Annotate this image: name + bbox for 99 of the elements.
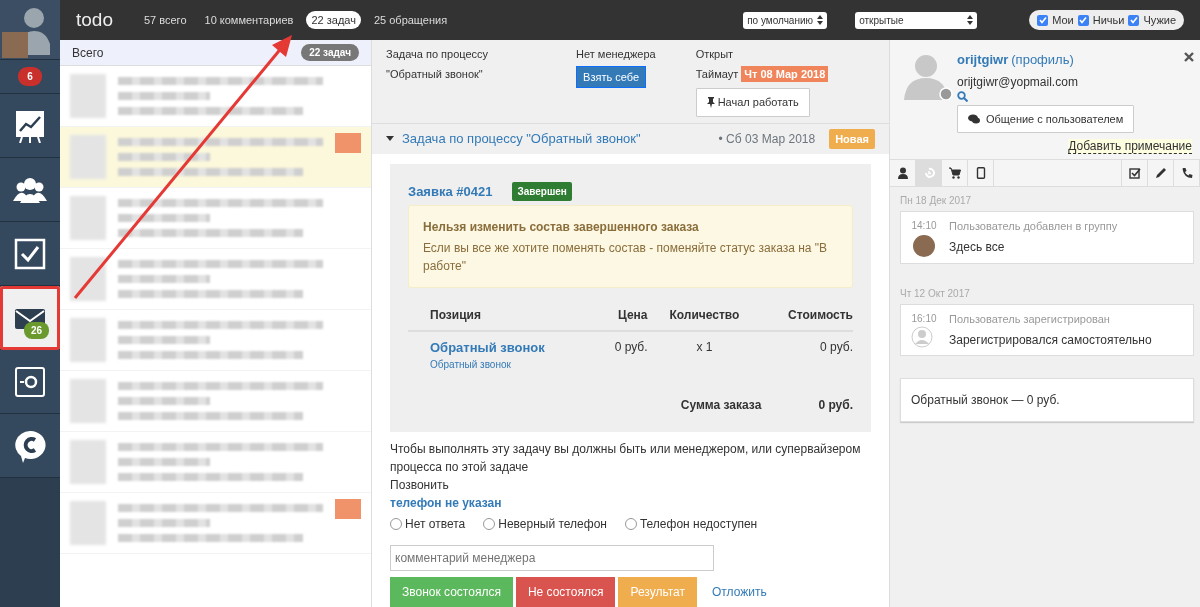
- unread-count: 26: [24, 322, 50, 339]
- pin-icon: [706, 96, 715, 108]
- column-header: Количество: [647, 299, 762, 331]
- event-time: 14:10: [911, 219, 937, 233]
- item-subtitle[interactable]: Обратный звонок: [430, 357, 602, 372]
- select-value: по умолчанию: [747, 13, 813, 28]
- column-header: Позиция: [408, 299, 602, 331]
- person-icon: [896, 167, 909, 179]
- user-email: orijtgiwr@yopmail.com: [957, 73, 1079, 91]
- order-status-badge: Завершен: [512, 182, 572, 202]
- timeline-date: Пн 18 Дек 2017: [899, 194, 973, 208]
- order-summary: Обратный звонок — 0 руб.: [911, 391, 1060, 409]
- updown-caret-icon: [967, 15, 974, 25]
- sidebar-item[interactable]: [0, 94, 60, 158]
- checkbox-icon: [14, 237, 46, 270]
- manager-status: Нет менеджера: [576, 47, 656, 62]
- filter-tab[interactable]: 57 всего: [139, 10, 192, 30]
- chart-board-icon: [13, 108, 47, 143]
- action-label: Позвонить: [390, 477, 450, 494]
- list-title: Всего: [72, 44, 104, 62]
- timeline-date: Чт 12 Окт 2017: [899, 287, 971, 301]
- check-icon: [1038, 16, 1047, 24]
- radio-option[interactable]: Телефон недоступен: [624, 515, 758, 533]
- notice-text: Чтобы выполнять эту задачу вы должны быть или менеджером, или супервайзером процесса по этой задаче: [390, 441, 862, 476]
- safe-icon: [14, 365, 46, 398]
- event-title: Пользователь зарегистрирован: [949, 312, 1111, 327]
- radio-option[interactable]: Нет ответа: [390, 515, 466, 533]
- select-value: открытые: [859, 13, 904, 28]
- radio-option[interactable]: Неверный телефон: [483, 515, 607, 533]
- event-text: Зарегистрировался самостоятельно: [949, 331, 1152, 349]
- task-date: • Сб 03 Мар 2018: [718, 131, 816, 148]
- sort-select[interactable]: по умолчанию: [743, 11, 828, 29]
- filter-tab[interactable]: 10 комментариев: [199, 10, 299, 30]
- take-button[interactable]: Взять себе: [576, 65, 647, 88]
- cart-icon: [948, 167, 961, 179]
- pencil-icon: [1154, 167, 1167, 179]
- profile-link[interactable]: (профиль): [1011, 50, 1074, 70]
- status-badge: Новая: [829, 128, 875, 150]
- user-name-link[interactable]: orijtgiwr: [957, 50, 1009, 70]
- checkbox-icon: [1128, 167, 1141, 179]
- alert-title: Нельзя изменить состав завершенного заказа: [423, 218, 700, 236]
- search-icon[interactable]: [957, 90, 968, 102]
- postpone-link[interactable]: Отложить: [712, 583, 767, 601]
- sidebar-item[interactable]: [0, 158, 60, 222]
- column-header: Цена: [601, 299, 648, 331]
- timeout-date: Чт 08 Мар 2018: [741, 65, 829, 82]
- task-state: Открыт: [695, 47, 735, 62]
- item-link[interactable]: Обратный звонок: [430, 337, 602, 357]
- checkbox-label: Ничьи: [1092, 12, 1125, 28]
- user-silhouette-icon: [911, 326, 933, 348]
- speech-bubbles-icon: [968, 113, 980, 124]
- photo-placeholder: [2, 32, 28, 58]
- order-link[interactable]: Заявка #0421: [408, 182, 493, 202]
- history-icon: [922, 167, 935, 179]
- process-name: "Обратный звонок": [386, 66, 484, 82]
- event-text: Здесь все: [949, 238, 1006, 256]
- updown-caret-icon: [817, 15, 824, 25]
- checkbox-label: Чужие: [1143, 12, 1176, 28]
- event-time: 16:10: [911, 312, 937, 326]
- status-select[interactable]: открытые: [855, 11, 978, 29]
- table-cell: 0 руб.: [820, 339, 853, 354]
- comment-field[interactable]: комментарий менеджера: [390, 545, 714, 571]
- count-badge: 22 задач: [301, 44, 359, 61]
- action-button[interactable]: Не состоялся: [515, 577, 616, 607]
- action-button[interactable]: Звонок состоялся: [390, 577, 513, 607]
- filter-tab[interactable]: 25 обращения: [368, 10, 453, 30]
- notification-count: 6: [18, 67, 42, 86]
- alert-text: Если вы все же хотите поменять состав - поменяйте статус заказа на "В работе": [423, 239, 829, 275]
- sidebar-item[interactable]: [0, 350, 60, 414]
- check-icon: [1079, 16, 1088, 24]
- sidebar-item[interactable]: 26: [0, 286, 60, 350]
- event-title: Пользователь добавлен в группу: [949, 219, 1118, 234]
- process-label: Задача по процессу: [386, 47, 489, 62]
- checkbox-label: Мои: [1052, 12, 1074, 28]
- checkbox[interactable]: [1037, 14, 1049, 26]
- photo-placeholder: [913, 235, 935, 257]
- start-work-button[interactable]: Начал работать: [695, 88, 810, 117]
- phone-link[interactable]: телефон не указан: [390, 494, 871, 512]
- close-icon[interactable]: [1184, 52, 1194, 62]
- timeout-label: Таймаут: [695, 66, 739, 82]
- phone-icon: [1180, 167, 1193, 179]
- task-title-link[interactable]: Задача по процессу "Обратный звонок": [402, 129, 641, 149]
- total-label: Сумма заказа: [680, 398, 762, 412]
- add-note-link[interactable]: Добавить примечание: [1068, 139, 1192, 154]
- table-cell: x 1: [696, 339, 713, 354]
- chat-bubble-icon: [13, 428, 47, 463]
- sidebar-item[interactable]: [0, 222, 60, 286]
- check-icon: [1129, 16, 1138, 24]
- table-cell: 0 руб.: [614, 339, 648, 354]
- sidebar-item[interactable]: [0, 414, 60, 478]
- chat-button[interactable]: Общение с пользователем: [957, 104, 1135, 133]
- checkbox[interactable]: [1128, 14, 1140, 26]
- caret-icon: [386, 136, 394, 142]
- total-value: 0 руб.: [818, 398, 853, 412]
- filter-tab[interactable]: 22 задач: [306, 10, 361, 30]
- column-header: Стоимость: [761, 299, 853, 331]
- app-title: todo: [76, 7, 113, 32]
- tablet-icon: [974, 167, 987, 179]
- checkbox[interactable]: [1077, 14, 1089, 26]
